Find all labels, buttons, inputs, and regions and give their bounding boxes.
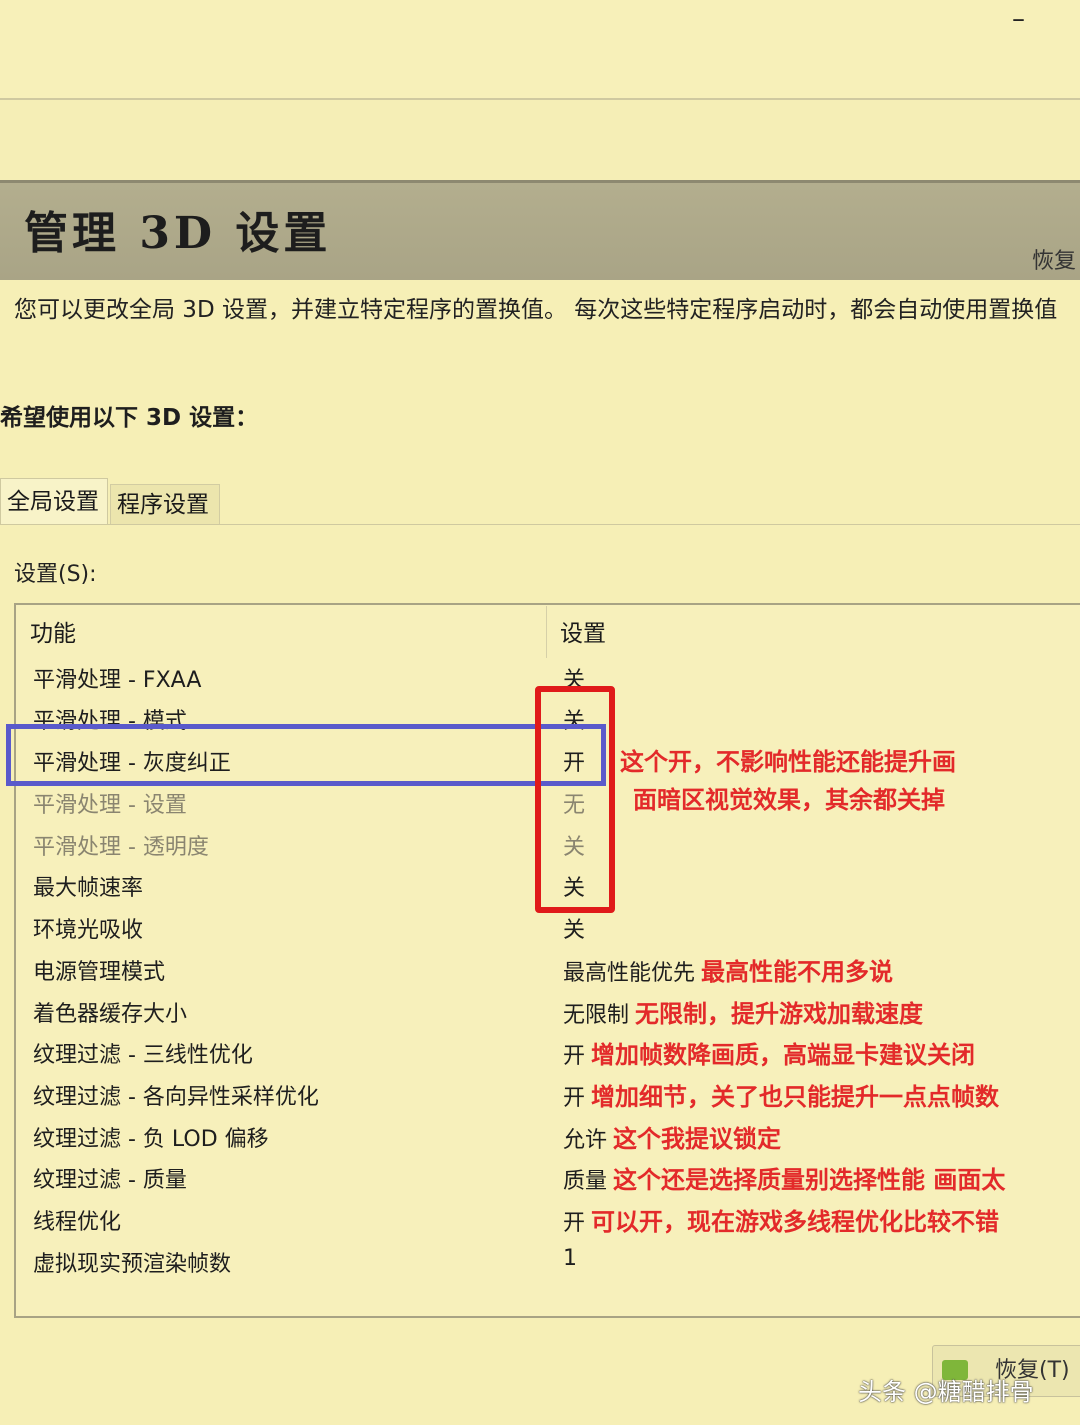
column-header-feature[interactable]: 功能 — [30, 614, 76, 648]
annotation-note: 可以开，现在游戏多线程优化比较不错 — [591, 1208, 1000, 1236]
row-value-text: 开 — [563, 1211, 586, 1236]
table-row-name[interactable]: 纹理过滤 - 三线性优化 — [33, 1037, 253, 1069]
annotation-note: 增加细节，关了也只能提升一点点帧数 — [591, 1083, 1000, 1111]
title-bar: – — [0, 0, 1080, 98]
table-row-value[interactable]: 关 — [563, 912, 585, 944]
row-value-text: 允许 — [563, 1128, 608, 1153]
table-row-value[interactable]: 质量 这个还是选择质量别选择性能 画面太 — [563, 1160, 1005, 1195]
restore-defaults-link[interactable]: 恢复 — [1032, 243, 1076, 275]
table-row-name[interactable]: 纹理过滤 - 负 LOD 偏移 — [33, 1121, 269, 1153]
row-value-text: 质量 — [563, 1169, 608, 1194]
table-row-value[interactable]: 开增加细节，关了也只能提升一点点帧数 — [563, 1077, 999, 1112]
annotation-note: 增加帧数降画质，高端显卡建议关闭 — [591, 1041, 976, 1069]
annotation-note: 这个我提议锁定 — [613, 1125, 782, 1153]
table-row-value[interactable]: 无限制 无限制，提升游戏加载速度 — [563, 994, 923, 1029]
column-divider — [546, 606, 547, 658]
minimize-button[interactable]: – — [1012, 6, 1025, 32]
table-row-name[interactable]: 着色器缓存大小 — [33, 996, 187, 1028]
table-row-value[interactable]: 最高性能优先 最高性能不用多说 — [563, 952, 893, 987]
table-row-name[interactable]: 电源管理模式 — [33, 954, 165, 986]
annotation-note: 无限制，提升游戏加载速度 — [635, 1000, 924, 1028]
table-row-name[interactable]: 纹理过滤 - 各向异性采样优化 — [33, 1079, 319, 1111]
annotation-note: 最高性能不用多说 — [701, 958, 894, 986]
column-header-setting[interactable]: 设置 — [560, 614, 606, 648]
table-row-name[interactable]: 环境光吸收 — [33, 912, 143, 944]
settings-label: 设置(S): — [14, 562, 97, 587]
annotation-text: 面暗区视觉效果，其余都关掉 — [633, 786, 945, 814]
table-row-value[interactable]: 允许 这个我提议锁定 — [563, 1119, 781, 1154]
annotation-note: 这个还是选择质量别选择性能 画面太 — [613, 1166, 1006, 1194]
section-label: 希望使用以下 3D 设置： — [0, 405, 259, 431]
tab-divider — [0, 524, 1080, 525]
row-value-text: 开 — [563, 1044, 586, 1069]
page-description: 您可以更改全局 3D 设置，并建立特定程序的置换值。 每次这些特定程序启动时，都… — [14, 297, 1058, 323]
highlight-box-red — [535, 686, 615, 913]
table-row-name[interactable]: 平滑处理 - 设置 — [33, 787, 187, 819]
highlight-box-blue — [6, 724, 606, 786]
table-row-name[interactable]: 平滑处理 - FXAA — [33, 662, 201, 694]
watermark: 头条 @糖醋排骨 — [858, 1378, 1034, 1406]
table-row-value[interactable]: 开可以开，现在游戏多线程优化比较不错 — [563, 1202, 999, 1237]
page-header: 管理 3D 设置 恢复 — [0, 180, 1080, 280]
table-row-name[interactable]: 平滑处理 - 透明度 — [33, 829, 209, 861]
toolbar-area — [0, 100, 1080, 180]
row-value-text: 最高性能优先 — [563, 961, 696, 986]
tab-global-settings[interactable]: 全局设置 — [0, 478, 108, 524]
page-title: 管理 3D 设置 — [24, 208, 332, 259]
row-value-text: 无限制 — [563, 1003, 630, 1028]
table-row-value[interactable]: 开增加帧数降画质，高端显卡建议关闭 — [563, 1035, 975, 1070]
table-row-name[interactable]: 最大帧速率 — [33, 870, 143, 902]
table-row-name[interactable]: 纹理过滤 - 质量 — [33, 1162, 187, 1194]
tab-program-settings[interactable]: 程序设置 — [110, 484, 220, 524]
row-value-text: 开 — [563, 1086, 586, 1111]
table-row-name[interactable]: 线程优化 — [33, 1204, 121, 1236]
annotation-text: 这个开，不影响性能还能提升画 — [620, 748, 956, 776]
table-row-value[interactable]: 1 — [563, 1246, 577, 1271]
table-row-name[interactable]: 虚拟现实预渲染帧数 — [33, 1246, 231, 1278]
